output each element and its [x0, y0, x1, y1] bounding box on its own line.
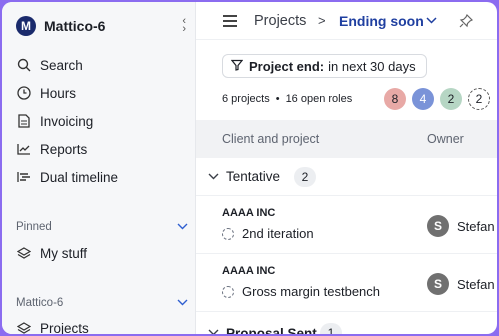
- workspace-switcher[interactable]: M Mattico-6 ‹ ›: [16, 14, 188, 38]
- status-dashed-circle-icon: [222, 285, 234, 298]
- breadcrumb-current-view[interactable]: Ending soon: [339, 13, 424, 29]
- filter-label: Project end:: [249, 58, 325, 74]
- section-label: Pinned: [16, 221, 52, 233]
- client-name: AAAA INC: [222, 207, 276, 219]
- status-bubble[interactable]: 8: [384, 88, 406, 110]
- project-name[interactable]: 2nd iteration: [222, 226, 314, 241]
- breadcrumb-separator: >: [318, 13, 326, 28]
- sidebar-item-dual-timeline[interactable]: Dual timeline: [16, 166, 118, 188]
- group-count-badge: 1: [320, 323, 342, 334]
- column-header-client-project[interactable]: Client and project: [222, 132, 319, 146]
- sidebar-item-label: My stuff: [40, 245, 88, 261]
- project-name[interactable]: Gross margin testbench: [222, 284, 380, 299]
- top-bar: Projects > Ending soon: [196, 2, 497, 40]
- filter-icon: [230, 59, 244, 74]
- owner-name: Stefan: [457, 277, 495, 292]
- breadcrumb-projects[interactable]: Projects: [254, 13, 306, 29]
- workspace-logo: M: [16, 16, 36, 36]
- status-bubble[interactable]: 2: [468, 88, 490, 110]
- status-bubble[interactable]: 2: [440, 88, 462, 110]
- status-bubble[interactable]: 4: [412, 88, 434, 110]
- projects-count: 6 projects: [222, 93, 270, 105]
- chevron-down-icon[interactable]: [426, 15, 437, 27]
- project-label: Gross margin testbench: [242, 284, 381, 299]
- filter-value: in next 30 days: [328, 58, 416, 74]
- status-dashed-circle-icon: [222, 227, 234, 240]
- summary-bar: 6 projects • 16 open roles: [222, 93, 352, 105]
- sidebar-item-projects[interactable]: Projects: [16, 317, 89, 334]
- layers-icon: [16, 320, 32, 334]
- separator-dot: •: [275, 93, 280, 105]
- sidebar-item-invoicing[interactable]: Invoicing: [16, 110, 93, 132]
- chevron-down-icon: [177, 297, 188, 309]
- sidebar: M Mattico-6 ‹ › Search Hours Invoicing R…: [2, 2, 196, 334]
- sidebar-item-label: Reports: [40, 141, 88, 157]
- search-icon: [16, 57, 32, 73]
- chart-icon: [16, 141, 32, 157]
- chevron-down-icon[interactable]: [208, 327, 219, 334]
- project-label: 2nd iteration: [242, 226, 314, 241]
- status-bubbles: 8 4 2 2: [384, 88, 496, 110]
- group-count-badge: 2: [294, 166, 316, 187]
- table-row[interactable]: AAAA INC Gross margin testbench S Stefan: [196, 254, 497, 312]
- clock-icon: [16, 85, 32, 101]
- document-icon: [16, 113, 32, 129]
- group-name: Tentative: [226, 169, 281, 184]
- timeline-icon: [16, 169, 32, 185]
- open-roles-count: 16 open roles: [285, 93, 353, 105]
- avatar: S: [427, 273, 449, 295]
- main-content: Projects > Ending soon Project end: in n…: [196, 2, 497, 334]
- chevron-down-icon[interactable]: [208, 171, 219, 183]
- app-window: M Mattico-6 ‹ › Search Hours Invoicing R…: [2, 2, 497, 334]
- menu-icon[interactable]: [223, 15, 237, 27]
- filter-chip-project-end[interactable]: Project end: in next 30 days: [222, 54, 427, 78]
- group-name: Proposal Sent: [226, 325, 317, 335]
- table-row[interactable]: AAAA INC 2nd iteration S Stefan: [196, 196, 497, 254]
- sidebar-item-hours[interactable]: Hours: [16, 82, 76, 104]
- chevron-updown-icon: ‹ ›: [182, 15, 186, 35]
- sidebar-item-search[interactable]: Search: [16, 54, 83, 76]
- avatar: S: [427, 215, 449, 237]
- sidebar-item-label: Hours: [40, 85, 77, 101]
- sidebar-item-my-stuff[interactable]: My stuff: [16, 242, 87, 264]
- table-header: Client and project Owner: [196, 120, 497, 158]
- layers-icon: [16, 245, 32, 261]
- sidebar-item-label: Invoicing: [40, 113, 94, 129]
- sidebar-item-label: Projects: [40, 320, 89, 335]
- sidebar-item-reports[interactable]: Reports: [16, 138, 87, 160]
- group-row-tentative[interactable]: Tentative 2: [196, 158, 497, 196]
- workspace-section-header[interactable]: Mattico-6: [16, 297, 188, 309]
- pin-icon[interactable]: [458, 13, 474, 29]
- pinned-section-header[interactable]: Pinned: [16, 221, 188, 233]
- sidebar-item-label: Dual timeline: [40, 169, 119, 185]
- group-row-proposal-sent[interactable]: Proposal Sent 1: [196, 314, 497, 334]
- sidebar-item-label: Search: [40, 57, 83, 73]
- workspace-name: Mattico-6: [44, 18, 106, 34]
- owner-name: Stefan: [457, 219, 495, 234]
- client-name: AAAA INC: [222, 265, 276, 277]
- chevron-down-icon: [177, 221, 188, 233]
- column-header-owner[interactable]: Owner: [427, 132, 464, 146]
- section-label: Mattico-6: [16, 297, 64, 309]
